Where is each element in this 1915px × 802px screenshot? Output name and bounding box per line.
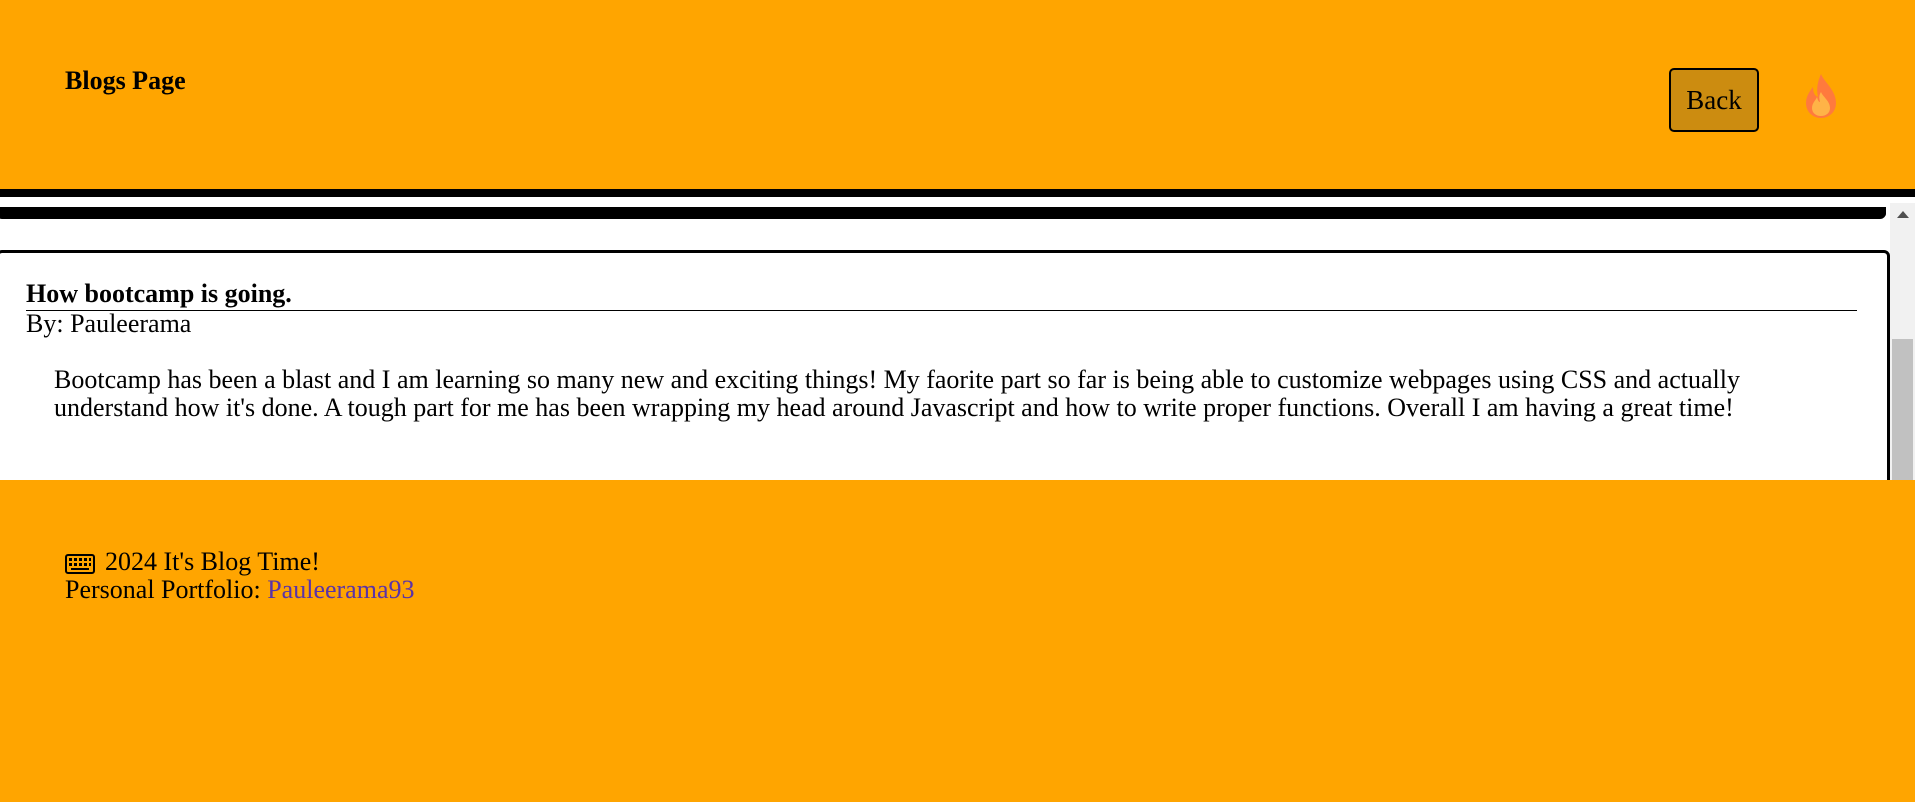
footer-portfolio-line: Personal Portfolio: Pauleerama93 bbox=[65, 576, 414, 604]
back-button[interactable]: Back bbox=[1669, 68, 1759, 132]
blog-title: How bootcamp is going. bbox=[26, 279, 1857, 311]
blog-card: How bootcamp is going. By: Pauleerama Bo… bbox=[0, 250, 1890, 480]
flame-icon[interactable] bbox=[1802, 72, 1840, 120]
scroll-thumb[interactable] bbox=[1892, 339, 1913, 480]
blog-author: By: Pauleerama bbox=[26, 309, 192, 338]
scroll-up-arrow-icon[interactable] bbox=[1897, 211, 1909, 218]
scrollbar[interactable] bbox=[1890, 203, 1915, 480]
previous-blog-card-edge bbox=[0, 207, 1886, 219]
blog-list[interactable]: How bootcamp is going. By: Pauleerama Bo… bbox=[0, 203, 1915, 480]
portfolio-link[interactable]: Pauleerama93 bbox=[267, 575, 414, 604]
footer-copyright-text: 2024 It's Blog Time! bbox=[105, 547, 320, 576]
page-title: Blogs Page bbox=[65, 66, 186, 95]
site-header: Blogs Page Back bbox=[0, 0, 1915, 189]
header-divider bbox=[0, 189, 1915, 197]
blog-body: Bootcamp has been a blast and I am learn… bbox=[54, 365, 1740, 422]
portfolio-label: Personal Portfolio: bbox=[65, 575, 261, 604]
keyboard-icon bbox=[65, 552, 95, 574]
footer-copyright-line: 2024 It's Blog Time! bbox=[65, 548, 320, 576]
site-footer: 2024 It's Blog Time! Personal Portfolio:… bbox=[0, 480, 1915, 802]
